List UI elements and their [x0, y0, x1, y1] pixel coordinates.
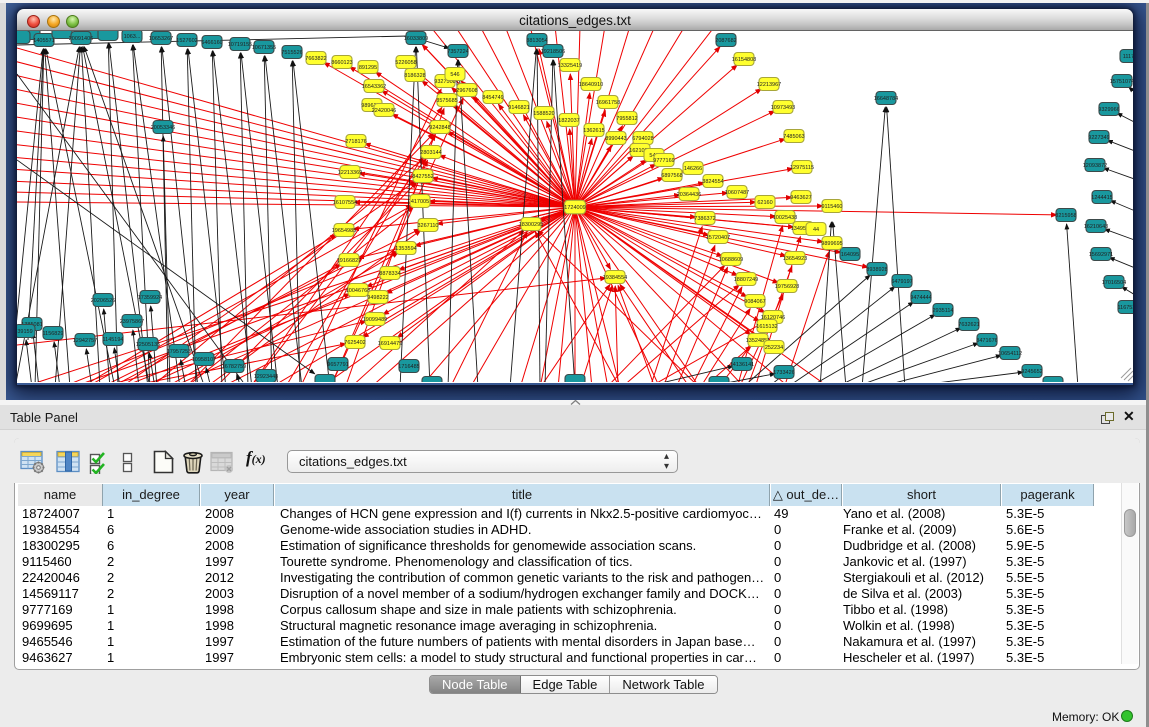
svg-text:1167534: 1167534 — [1117, 305, 1133, 311]
svg-text:11171: 11171 — [1123, 54, 1133, 60]
